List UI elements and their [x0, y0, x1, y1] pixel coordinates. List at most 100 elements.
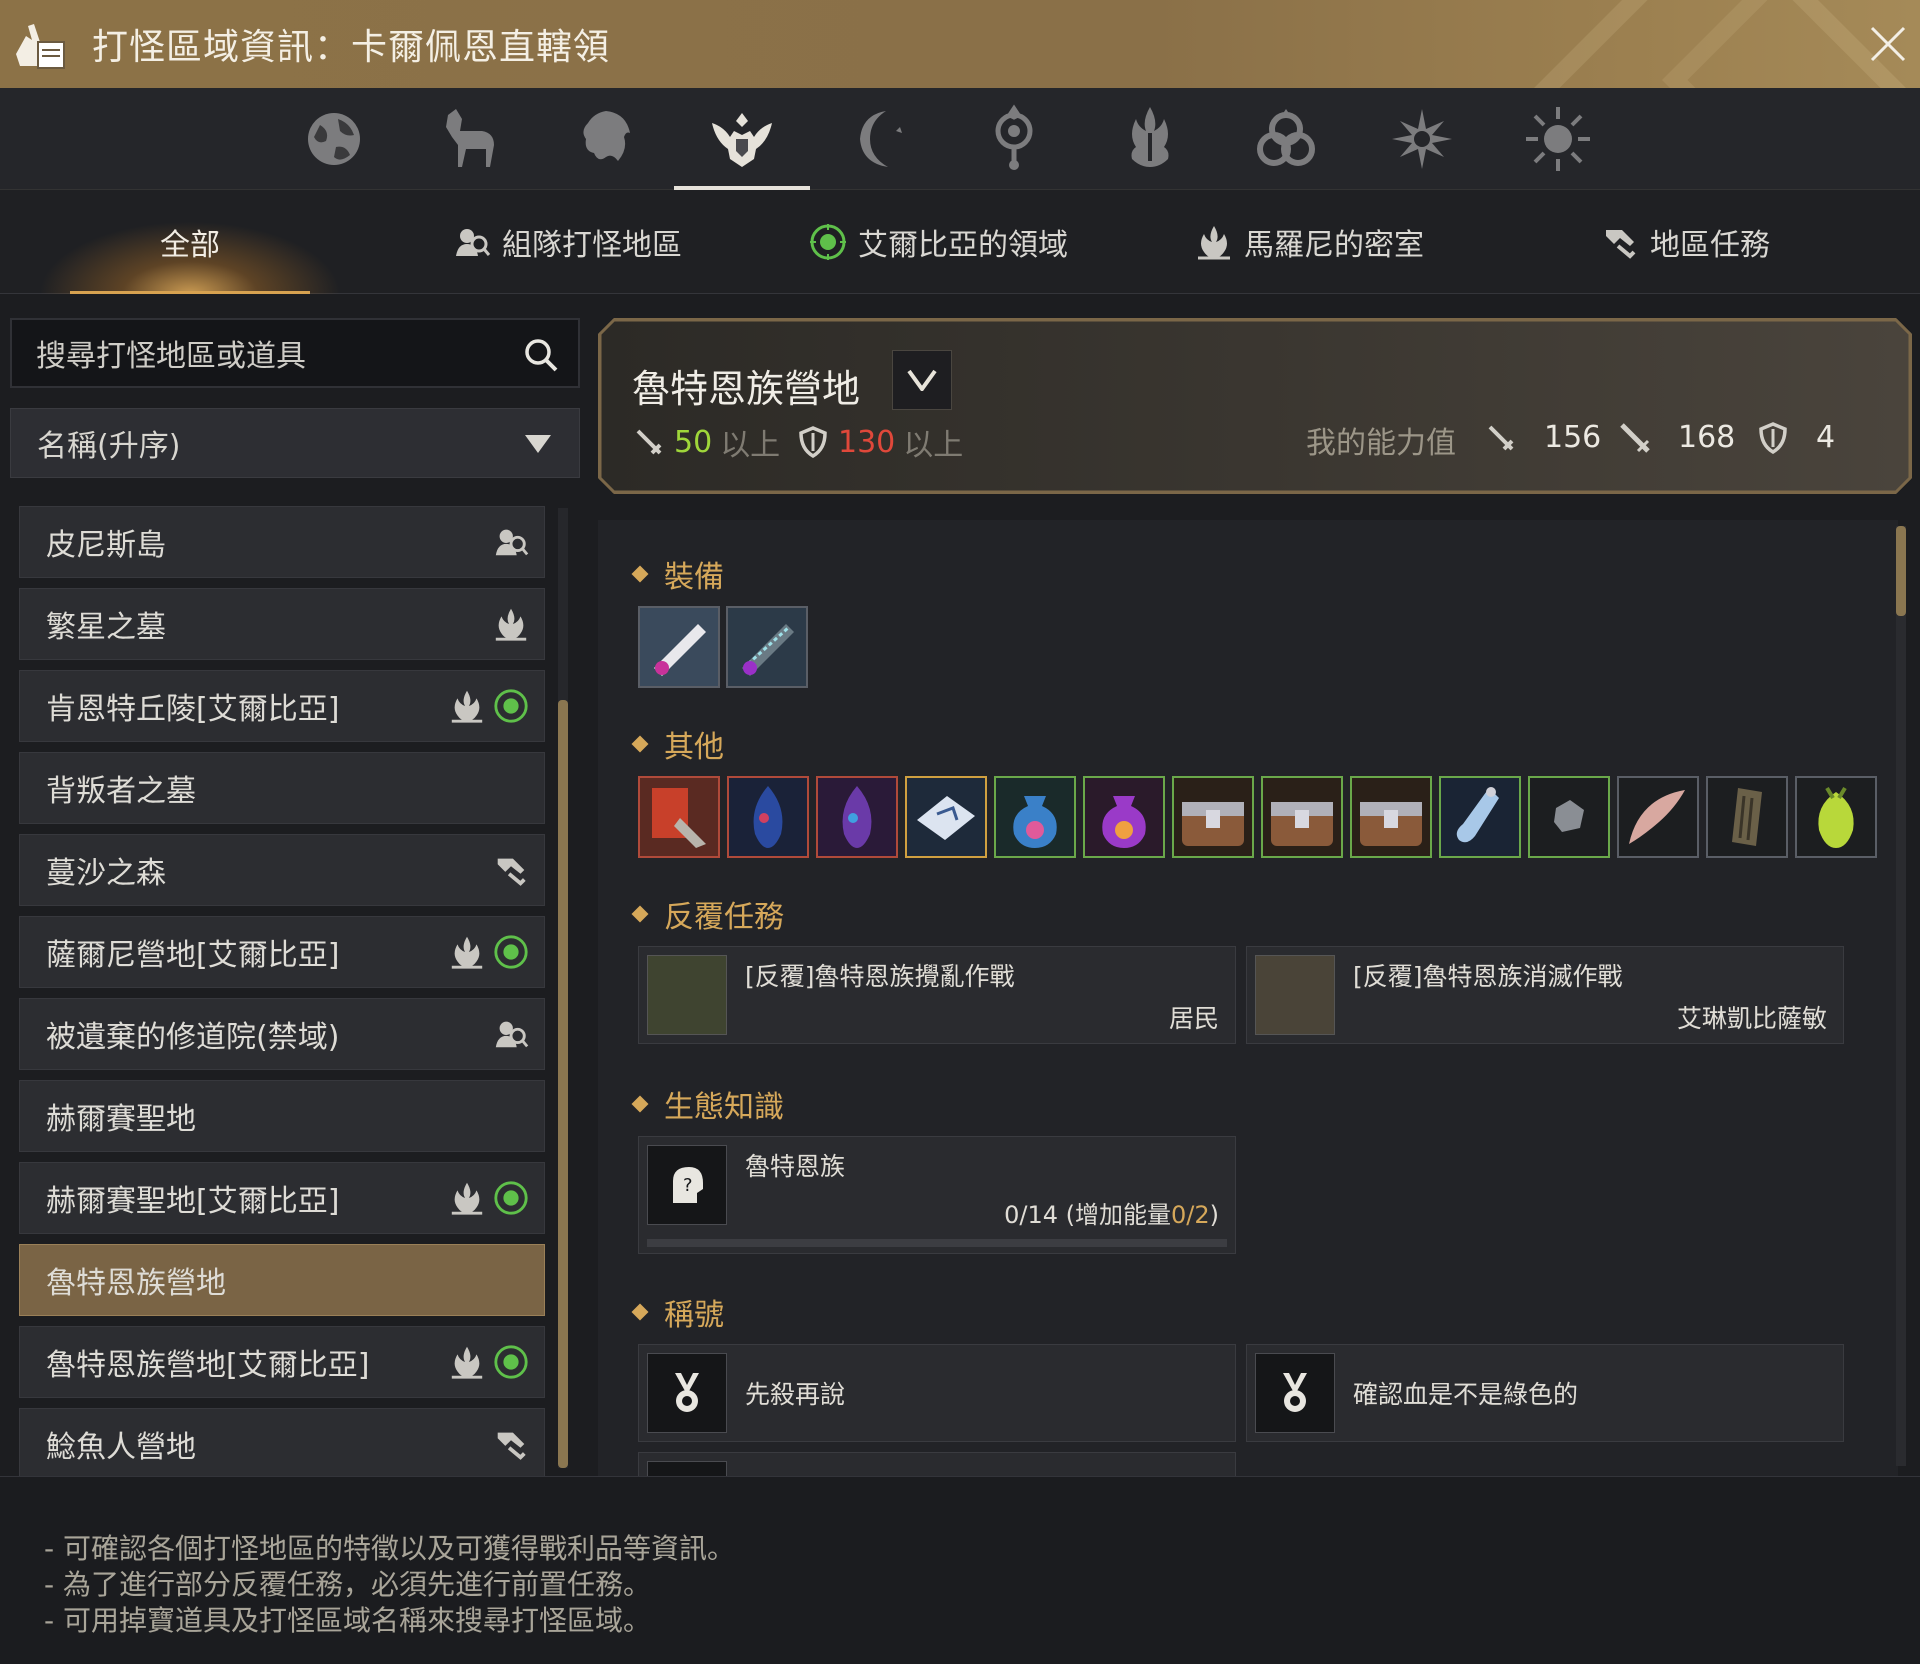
- zone-title: 魯特恩族營地: [632, 367, 861, 411]
- content-scroll-thumb[interactable]: [1896, 526, 1906, 616]
- ecology-card[interactable]: ? 魯特恩族 0/14 (增加能量0/2): [638, 1136, 1236, 1254]
- sword-icon: [636, 429, 662, 455]
- search-placeholder: 搜尋打怪地區或道具: [36, 339, 306, 374]
- tab-star-burst[interactable]: [1354, 94, 1490, 184]
- list-item[interactable]: 皮尼斯島: [19, 506, 545, 578]
- list-item-selected[interactable]: 魯特恩族營地: [19, 1244, 545, 1316]
- list-item[interactable]: 背叛者之墓: [19, 752, 545, 824]
- list-item[interactable]: 鯰魚人營地: [19, 1408, 545, 1476]
- item-slot[interactable]: [1172, 776, 1254, 858]
- item-slot[interactable]: [816, 776, 898, 858]
- tab-globe[interactable]: [266, 94, 402, 184]
- ore-chunk-icon: [1530, 778, 1608, 856]
- white-bracelet-icon: [640, 608, 718, 686]
- tab-crescent-moon[interactable]: [810, 94, 946, 184]
- tab-region-quests[interactable]: 地區任務: [1600, 216, 1770, 268]
- shield-icon: [1759, 421, 1787, 454]
- item-slot[interactable]: [638, 776, 720, 858]
- list-item[interactable]: 被遺棄的修道院(禁域): [19, 998, 545, 1070]
- tab-marni-room[interactable]: 馬羅尼的密室: [1194, 216, 1424, 268]
- sun-icon: [1526, 107, 1590, 171]
- tab-all[interactable]: 全部: [40, 190, 340, 294]
- globe-icon: [308, 113, 360, 165]
- tab-elvia-realm[interactable]: 艾爾比亞的領域: [808, 216, 1068, 268]
- blue-pouch-icon: [996, 778, 1074, 856]
- item-slot[interactable]: [1083, 776, 1165, 858]
- silver-tablet-icon: [907, 778, 985, 856]
- zone-variant-dropdown[interactable]: [892, 350, 952, 410]
- region-icon-tabs: [0, 88, 1920, 190]
- list-item[interactable]: 赫爾賽聖地: [19, 1080, 545, 1152]
- tab-winged-crest[interactable]: [674, 94, 810, 190]
- sort-dropdown[interactable]: 名稱(升序): [10, 408, 580, 478]
- content-scrollbar[interactable]: [1896, 526, 1906, 1466]
- item-slot[interactable]: [905, 776, 987, 858]
- required-dp: 130 以上: [796, 420, 963, 464]
- item-slot[interactable]: [1795, 776, 1877, 858]
- required-ap: 50 以上: [632, 420, 780, 464]
- medal-icon: [1283, 1373, 1307, 1412]
- item-slot[interactable]: [726, 606, 808, 688]
- tab-orb-emblem[interactable]: [946, 94, 1082, 184]
- item-slot[interactable]: [1617, 776, 1699, 858]
- chevron-down-icon: [907, 369, 937, 391]
- chest-icon: [1174, 778, 1252, 856]
- item-slot[interactable]: [1261, 776, 1343, 858]
- list-item[interactable]: 赫爾賽聖地[艾爾比亞]: [19, 1162, 545, 1234]
- list-item[interactable]: 蔓沙之森: [19, 834, 545, 906]
- search-input[interactable]: 搜尋打怪地區或道具: [10, 318, 580, 388]
- my-ap: 156: [1484, 420, 1601, 455]
- zone-list-scroll-thumb[interactable]: [558, 700, 568, 1468]
- repeat-quest-card[interactable]: [反覆]魯特恩族攪亂作戰 居民: [638, 946, 1236, 1044]
- zone-list: 皮尼斯島 繁星之墓 肯恩特丘陵[艾爾比亞] 背叛者之墓 蔓沙之森 薩爾尼營地[艾…: [10, 498, 582, 1476]
- sort-selected-value: 名稱(升序): [37, 429, 181, 464]
- repeat-quest-card[interactable]: [反覆]魯特恩族消滅作戰 艾琳凱比薩敏: [1246, 946, 1844, 1044]
- winged-crest-icon: [712, 113, 772, 167]
- item-slot[interactable]: [1706, 776, 1788, 858]
- section-titles: 稱號: [634, 1290, 724, 1334]
- title-card[interactable]: [638, 1452, 1236, 1478]
- tab-horse[interactable]: [402, 94, 538, 184]
- item-slot[interactable]: [727, 776, 809, 858]
- list-item[interactable]: 魯特恩族營地[艾爾比亞]: [19, 1326, 545, 1398]
- marni-icon: [451, 1346, 483, 1379]
- knowledge-icon-box: ?: [647, 1145, 727, 1225]
- title-card[interactable]: 先殺再說: [638, 1344, 1236, 1442]
- help-footer: - 可確認各個打怪地區的特徵以及可獲得戰利品等資訊。 - 為了進行部分反覆任務，…: [0, 1476, 1920, 1664]
- title-card[interactable]: 確認血是不是綠色的: [1246, 1344, 1844, 1442]
- horse-icon: [446, 109, 494, 167]
- ecology-progress-text: 0/14 (增加能量0/2): [1004, 1201, 1219, 1229]
- item-slot[interactable]: [994, 776, 1076, 858]
- orb-emblem-icon: [995, 104, 1033, 170]
- my-dp: 4: [1756, 420, 1835, 455]
- list-item[interactable]: 繁星之墓: [19, 588, 545, 660]
- tab-sun[interactable]: [1490, 94, 1626, 184]
- item-slot[interactable]: [1528, 776, 1610, 858]
- item-slot[interactable]: [638, 606, 720, 688]
- list-item[interactable]: 薩爾尼營地[艾爾比亞]: [19, 916, 545, 988]
- list-item[interactable]: 肯恩特丘陵[艾爾比亞]: [19, 670, 545, 742]
- purple-crystal-icon: [818, 778, 896, 856]
- tab-flame-emblem[interactable]: [1082, 94, 1218, 184]
- tab-triquetra[interactable]: [1218, 94, 1354, 184]
- category-tabs: 全部 組隊打怪地區 艾爾比亞的領域 馬羅尼的密室 地區任務: [0, 190, 1920, 294]
- hand-book-icon: [10, 14, 66, 72]
- item-slot[interactable]: [1350, 776, 1432, 858]
- sword-icon: [1488, 425, 1514, 450]
- window-title: 打怪區域資訊：卡爾佩恩直轄領: [92, 27, 611, 68]
- item-slot[interactable]: [1439, 776, 1521, 858]
- chest-icon: [1263, 778, 1341, 856]
- medal-icon-box: [1255, 1353, 1335, 1433]
- green-fruit-icon: [1797, 778, 1875, 856]
- close-button[interactable]: [1866, 22, 1910, 66]
- bark-icon: [1708, 778, 1786, 856]
- medal-icon-box: [647, 1353, 727, 1433]
- triquetra-icon: [1257, 109, 1315, 166]
- quest-icon: [1606, 230, 1636, 259]
- search-icon[interactable]: [522, 336, 560, 374]
- purple-pouch-icon: [1085, 778, 1163, 856]
- section-ecology: 生態知識: [634, 1082, 784, 1126]
- tab-party-zones[interactable]: 組隊打怪地區: [452, 216, 682, 268]
- elvia-icon: [494, 689, 528, 723]
- tab-lion[interactable]: [538, 94, 674, 184]
